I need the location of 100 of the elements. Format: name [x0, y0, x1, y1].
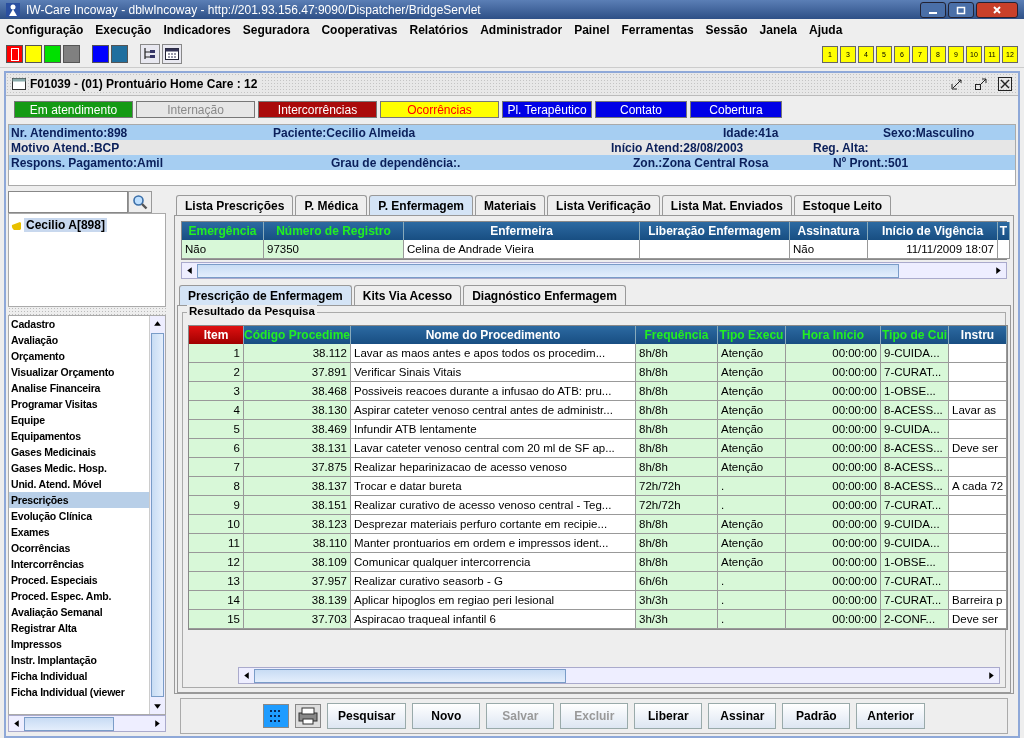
- minimize-button[interactable]: [920, 1, 946, 18]
- scrollbar[interactable]: [238, 667, 1000, 684]
- tab[interactable]: Estoque Leito: [793, 195, 892, 215]
- sidebar-item[interactable]: Visualizar Orçamento: [9, 364, 149, 380]
- tab[interactable]: Prescrição de Enfermagem: [179, 285, 352, 305]
- maximize-button[interactable]: [948, 1, 974, 18]
- sidebar-item[interactable]: Ficha Individual: [9, 668, 149, 684]
- color-button[interactable]: [44, 45, 61, 63]
- color-button[interactable]: [111, 45, 128, 63]
- menu-item[interactable]: Execução: [95, 23, 152, 37]
- down-arrow-icon[interactable]: [153, 702, 162, 711]
- status-button[interactable]: Pl. Terapêutico: [502, 101, 592, 118]
- tab[interactable]: Lista Prescrições: [176, 195, 294, 215]
- sidebar-item[interactable]: Gases Medicinais: [9, 444, 149, 460]
- tab[interactable]: P. Médica: [295, 195, 368, 215]
- minimize-icon[interactable]: [950, 77, 964, 91]
- menu-item[interactable]: Sessão: [705, 23, 748, 37]
- up-arrow-icon[interactable]: [153, 319, 162, 328]
- action-button[interactable]: Pesquisar: [326, 703, 407, 729]
- column-header[interactable]: T: [998, 222, 1010, 240]
- menu-item[interactable]: Cooperativas: [321, 23, 398, 37]
- status-button[interactable]: Ocorrências: [380, 101, 499, 118]
- color-button[interactable]: [25, 45, 42, 63]
- column-header[interactable]: Emergência: [182, 222, 264, 240]
- sidebar-item[interactable]: Impressos: [9, 636, 149, 652]
- menu-item[interactable]: Relatórios: [409, 23, 469, 37]
- close-icon[interactable]: [998, 77, 1012, 91]
- sidebar-item[interactable]: Equipamentos: [9, 428, 149, 444]
- action-button[interactable]: Assinar: [708, 703, 777, 729]
- sidebar-item[interactable]: Intercorrências: [9, 556, 149, 572]
- tab[interactable]: Kits Via Acesso: [353, 285, 462, 305]
- status-button[interactable]: Cobertura: [690, 101, 782, 118]
- column-header[interactable]: Instru: [949, 326, 1007, 344]
- color-button[interactable]: [63, 45, 80, 63]
- sidebar-item[interactable]: Programar Visitas: [9, 396, 149, 412]
- printer-icon[interactable]: [294, 704, 321, 728]
- menu-item[interactable]: Administrador: [480, 23, 563, 37]
- sidebar-item[interactable]: Gases Medic. Hosp.: [9, 460, 149, 476]
- numbered-list-icon[interactable]: [262, 704, 289, 728]
- column-header[interactable]: Tipo de Cui: [881, 326, 949, 344]
- sidebar-item[interactable]: Orçamento: [9, 348, 149, 364]
- sidebar-item[interactable]: Avaliação: [9, 332, 149, 348]
- right-arrow-icon[interactable]: [987, 671, 996, 680]
- column-header[interactable]: Início de Vigência: [868, 222, 998, 240]
- menu-item[interactable]: Ajuda: [808, 23, 843, 37]
- menu-item[interactable]: Janela: [759, 23, 797, 37]
- close-button[interactable]: [976, 1, 1018, 18]
- scrollbar[interactable]: [8, 715, 166, 732]
- column-header[interactable]: Número de Registro: [264, 222, 404, 240]
- left-arrow-icon[interactable]: [242, 671, 251, 680]
- sidebar-item[interactable]: Evolução Clínica: [9, 508, 149, 524]
- left-arrow-icon[interactable]: [12, 719, 21, 728]
- action-button[interactable]: Liberar: [634, 703, 703, 729]
- column-header[interactable]: Código Procedime: [244, 326, 351, 344]
- tab[interactable]: Lista Mat. Enviados: [661, 195, 792, 215]
- sidebar-item[interactable]: Equipe: [9, 412, 149, 428]
- action-button[interactable]: Novo: [412, 703, 481, 729]
- tab[interactable]: Lista Verificação: [547, 195, 660, 215]
- search-field[interactable]: [8, 191, 128, 213]
- tab[interactable]: Materiais: [475, 195, 546, 215]
- column-header[interactable]: Enfermeira: [404, 222, 640, 240]
- scrollbar[interactable]: [181, 262, 1007, 279]
- sidebar-item[interactable]: Proced. Especiais: [9, 572, 149, 588]
- column-header[interactable]: Frequência: [636, 326, 718, 344]
- sidebar-item[interactable]: Analise Financeira: [9, 380, 149, 396]
- column-header[interactable]: Nome do Procedimento: [351, 326, 636, 344]
- sidebar-item[interactable]: Exames: [9, 524, 149, 540]
- column-header[interactable]: Liberação Enfermagem: [640, 222, 790, 240]
- tree-icon[interactable]: [140, 44, 160, 64]
- maximize-icon[interactable]: [974, 77, 988, 91]
- sidebar-item[interactable]: Instr. Implantação: [9, 652, 149, 668]
- status-button[interactable]: Intercorrências: [258, 101, 377, 118]
- menu-item[interactable]: Indicadores: [163, 23, 231, 37]
- right-arrow-icon[interactable]: [153, 719, 162, 728]
- column-header[interactable]: Assinatura: [790, 222, 868, 240]
- tab[interactable]: P. Enfermagem: [369, 195, 474, 215]
- tree-node[interactable]: Cecilio A[898]: [24, 218, 107, 232]
- tab[interactable]: Diagnóstico Enfermagem: [463, 285, 626, 305]
- sidebar-item[interactable]: Prescrições: [9, 492, 149, 508]
- menu-item[interactable]: Painel: [574, 23, 610, 37]
- menu-item[interactable]: Ferramentas: [621, 23, 694, 37]
- column-header[interactable]: Item: [189, 326, 244, 344]
- sidebar-item[interactable]: Ocorrências: [9, 540, 149, 556]
- action-button[interactable]: Anterior: [856, 703, 925, 729]
- status-button[interactable]: Contato: [595, 101, 687, 118]
- column-header[interactable]: Hora Início: [786, 326, 881, 344]
- column-header[interactable]: Tipo Execu: [718, 326, 786, 344]
- color-button[interactable]: [6, 45, 23, 63]
- sidebar-item[interactable]: Proced. Espec. Amb.: [9, 588, 149, 604]
- sidebar-item[interactable]: Cadastro: [9, 316, 149, 332]
- action-button[interactable]: Padrão: [782, 703, 851, 729]
- scrollbar[interactable]: [149, 316, 165, 714]
- color-button[interactable]: [92, 45, 109, 63]
- sidebar-item[interactable]: Ficha Individual (viewer: [9, 684, 149, 700]
- sidebar-item[interactable]: Avaliação Semanal: [9, 604, 149, 620]
- search-button[interactable]: [128, 191, 152, 213]
- right-arrow-icon[interactable]: [994, 266, 1003, 275]
- menu-item[interactable]: Configuração: [6, 23, 84, 37]
- left-arrow-icon[interactable]: [185, 266, 194, 275]
- calendar-icon[interactable]: [162, 44, 182, 64]
